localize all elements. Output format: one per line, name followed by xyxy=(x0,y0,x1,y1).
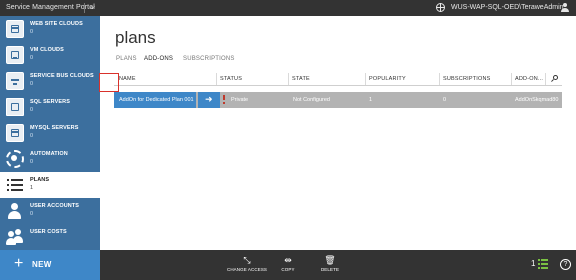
row-name: AddOn for Dedicated Plan 001 xyxy=(119,97,194,103)
chevron-down-icon[interactable]: ⌵ xyxy=(89,2,95,12)
sidebar-item-automation[interactable]: AUTOMATION 0 xyxy=(0,146,100,172)
sidebar: WEB SITE CLOUDS 0 VM CLOUDS 0 SERVICE BU… xyxy=(0,16,100,250)
status-list-icon[interactable] xyxy=(538,258,548,270)
main-content: plans PLANS ADD-ONS SUBSCRIPTIONS NAME S… xyxy=(100,16,576,250)
row-subscriptions: 0 xyxy=(443,97,447,103)
command-label: DELETE xyxy=(320,267,340,272)
sidebar-item-label: PLANS xyxy=(30,177,50,183)
sidebar-item-label: VM CLOUDS xyxy=(30,47,64,53)
page-title: plans xyxy=(115,28,156,47)
sql-icon xyxy=(6,98,24,116)
help-icon[interactable]: ? xyxy=(560,259,571,270)
column-divider xyxy=(365,73,366,85)
top-bar: Service Management Portal ⌵ WUS-WAP-SQL-… xyxy=(0,0,576,16)
table-row[interactable]: AddOn for Dedicated Plan 001 ➜ Private N… xyxy=(114,92,562,108)
column-divider xyxy=(439,73,440,85)
table-header: NAME STATUS STATE POPULARITY SUBSCRIPTIO… xyxy=(114,72,562,86)
sidebar-item-user-accounts[interactable]: USER ACCOUNTS 0 xyxy=(0,198,100,224)
sidebar-item-label: USER COSTS xyxy=(30,229,67,235)
tab-subscriptions[interactable]: SUBSCRIPTIONS xyxy=(183,56,235,62)
sidebar-item-label: SERVICE BUS CLOUDS xyxy=(30,73,94,79)
column-header-status[interactable]: STATUS xyxy=(220,76,242,82)
status-count[interactable]: 1 xyxy=(531,259,535,268)
mysql-icon xyxy=(6,124,24,142)
sidebar-item-plans[interactable]: PLANS 1 xyxy=(0,172,100,198)
highlight-annotation xyxy=(99,73,119,92)
user-icon[interactable] xyxy=(560,3,570,13)
sidebar-item-service-bus-clouds[interactable]: SERVICE BUS CLOUDS 0 xyxy=(0,68,100,94)
monitor-icon xyxy=(6,46,24,64)
sidebar-item-label: SQL SERVERS xyxy=(30,99,71,105)
website-icon xyxy=(6,20,24,38)
sidebar-item-count: 0 xyxy=(30,55,34,61)
list-icon xyxy=(6,176,24,194)
trash-icon: 🗑 xyxy=(324,255,336,265)
sidebar-item-count: 0 xyxy=(30,159,34,165)
sidebar-item-count: 0 xyxy=(30,29,34,35)
row-add-on: AddOnSkqmad80 xyxy=(515,97,559,103)
portal-title[interactable]: Service Management Portal xyxy=(6,4,95,11)
sidebar-item-label: MYSQL SERVERS xyxy=(30,125,79,131)
sidebar-item-count: 0 xyxy=(30,133,34,139)
row-status: Private xyxy=(231,97,249,103)
tab-plans[interactable]: PLANS xyxy=(116,56,137,62)
command-bar: + NEW ⤡ CHANGE ACCESS ⇹ COPY 🗑 DELETE 1 … xyxy=(0,250,576,280)
row-name-cell[interactable]: AddOn for Dedicated Plan 001 xyxy=(114,92,196,108)
person-icon xyxy=(6,202,24,220)
sidebar-item-user-costs[interactable]: USER COSTS xyxy=(0,224,100,250)
sidebar-item-label: USER ACCOUNTS xyxy=(30,203,80,209)
row-popularity: 1 xyxy=(369,97,373,103)
open-details-button[interactable]: ➜ xyxy=(198,92,220,108)
column-divider xyxy=(511,73,512,85)
new-label: NEW xyxy=(32,260,52,269)
column-header-subscriptions[interactable]: SUBSCRIPTIONS xyxy=(443,76,491,82)
plus-icon: + xyxy=(14,255,24,272)
column-divider xyxy=(545,73,546,85)
sidebar-item-count: 0 xyxy=(30,81,34,87)
sidebar-item-sql-servers[interactable]: SQL SERVERS 0 xyxy=(0,94,100,120)
globe-icon[interactable] xyxy=(436,3,445,12)
search-icon[interactable] xyxy=(551,75,559,83)
new-button[interactable]: + NEW xyxy=(0,250,100,280)
sidebar-item-mysql-servers[interactable]: MYSQL SERVERS 0 xyxy=(0,120,100,146)
delete-button[interactable]: 🗑 DELETE xyxy=(305,253,355,279)
sidebar-item-count: 0 xyxy=(30,107,34,113)
column-header-popularity[interactable]: POPULARITY xyxy=(369,76,406,82)
sidebar-item-count: 1 xyxy=(30,185,34,191)
column-header-add-on[interactable]: ADD-ON... xyxy=(515,76,543,82)
sidebar-item-count: 0 xyxy=(30,211,34,217)
title-divider xyxy=(84,3,85,13)
sidebar-item-label: AUTOMATION xyxy=(30,151,68,157)
arrow-right-icon: ➜ xyxy=(205,94,213,104)
sidebar-item-web-site-clouds[interactable]: WEB SITE CLOUDS 0 xyxy=(0,16,100,42)
row-state: Not Configured xyxy=(293,97,330,103)
column-divider xyxy=(216,73,217,85)
people-icon xyxy=(6,228,24,246)
warning-icon xyxy=(223,95,225,104)
sidebar-item-label: WEB SITE CLOUDS xyxy=(30,21,83,27)
column-header-name[interactable]: NAME xyxy=(119,76,136,82)
user-name[interactable]: WUS-WAP-SQL-OED\TeraweAdmin xyxy=(451,4,564,11)
column-divider xyxy=(288,73,289,85)
sidebar-item-vm-clouds[interactable]: VM CLOUDS 0 xyxy=(0,42,100,68)
tab-add-ons[interactable]: ADD-ONS xyxy=(144,56,173,62)
service-bus-icon xyxy=(6,72,24,90)
column-header-state[interactable]: STATE xyxy=(292,76,310,82)
gear-icon xyxy=(6,150,24,168)
